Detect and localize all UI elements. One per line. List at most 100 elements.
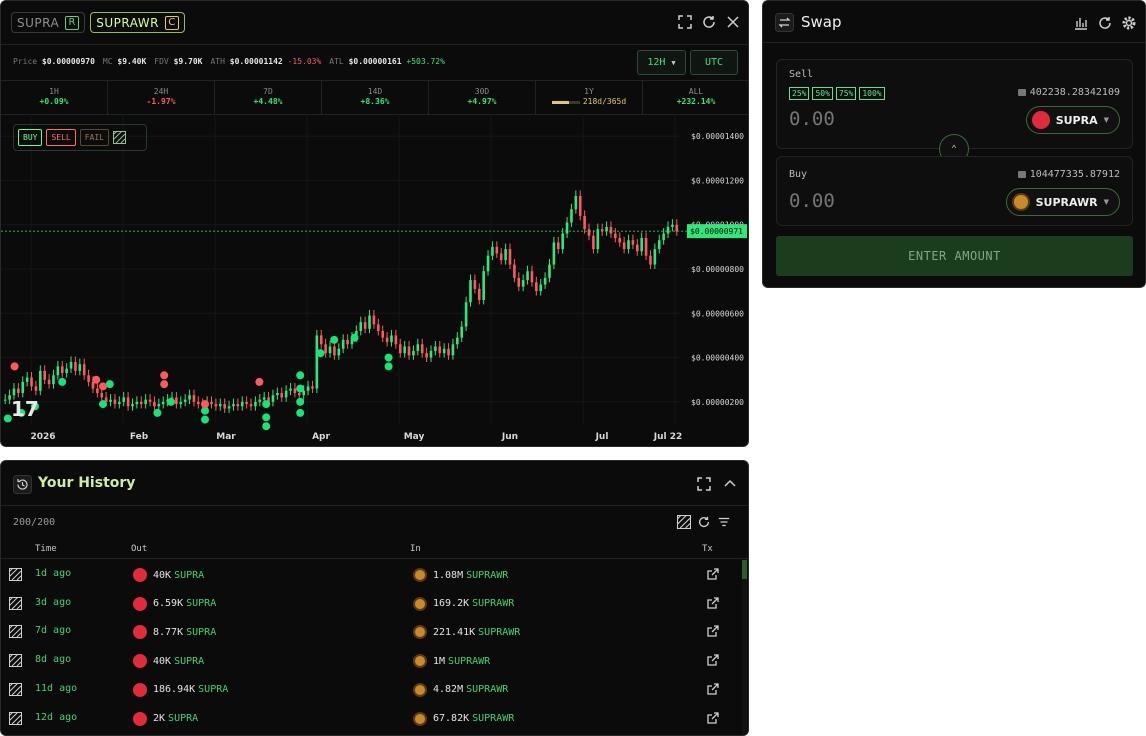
filter-buy-button[interactable]: BUY <box>18 129 43 146</box>
supra-token-icon <box>133 625 147 640</box>
close-icon[interactable] <box>725 14 741 30</box>
external-link-icon[interactable] <box>707 625 719 638</box>
buy-token-select[interactable]: SUPRAWR ▼ <box>1005 188 1120 216</box>
candle-body <box>25 377 29 382</box>
pct-75-button[interactable]: 75% <box>835 87 857 100</box>
candle-body <box>131 404 134 407</box>
supra-token-icon <box>133 596 147 611</box>
refresh-icon[interactable] <box>701 14 717 30</box>
buy-amount-input[interactable] <box>789 190 989 212</box>
candle-body <box>539 284 543 292</box>
candle-body <box>289 388 292 391</box>
table-row[interactable]: 12d ago 2K SUPRA 67.82K SUPRAWR <box>1 704 741 732</box>
candle-body <box>609 226 613 234</box>
scroll-thumb[interactable] <box>742 560 747 579</box>
candle-body <box>491 246 494 256</box>
candle-body <box>293 388 297 393</box>
filter-icon[interactable] <box>717 515 731 529</box>
table-row[interactable]: 8d ago 40K SUPRA 1M SUPRAWR <box>1 646 741 674</box>
external-link-icon[interactable] <box>707 711 719 724</box>
candle-body <box>333 346 336 356</box>
fullscreen-icon[interactable] <box>677 14 693 30</box>
external-link-icon[interactable] <box>707 597 719 609</box>
row-out: 40K SUPRA <box>133 568 204 582</box>
sell-token-select[interactable]: SUPRA ▼ <box>1025 106 1120 134</box>
enter-amount-button[interactable]: ENTER AMOUNT <box>776 236 1133 276</box>
buy-box: Buy 104477335.87912 SUPRAWR ▼ <box>776 156 1133 226</box>
row-out: 40K SUPRA <box>133 654 204 669</box>
x-tick-label: 2026 <box>30 432 55 442</box>
supra-token-icon <box>133 711 147 726</box>
period-7d[interactable]: 7D +4.48% <box>215 81 322 114</box>
period-all[interactable]: ALL +232.14% <box>643 81 748 114</box>
candle-body <box>477 288 481 300</box>
refresh-icon[interactable] <box>697 515 711 529</box>
table-row[interactable]: 7d ago 8.77K SUPRA 221.41K SUPRAWR <box>1 617 741 645</box>
fullscreen-icon[interactable] <box>696 476 712 492</box>
period-1y[interactable]: 1Y 218d/365d <box>536 81 643 114</box>
candle-body <box>87 375 90 382</box>
interval-select[interactable]: 12H ▼ <box>637 50 686 75</box>
sell-balance-value: 402238.28342109 <box>1029 87 1120 98</box>
chart-icon[interactable] <box>1073 15 1089 31</box>
x-tick-label: Jun <box>501 432 518 442</box>
trade-type-icon <box>9 682 22 696</box>
y-tick-label: $0.00000600 <box>691 309 744 318</box>
period-value: 218d/365d <box>582 97 627 106</box>
chevron-up-icon[interactable] <box>722 476 738 492</box>
out-amount: 40K <box>153 655 172 667</box>
buy-marker <box>58 377 67 386</box>
refresh-icon[interactable] <box>1097 15 1113 31</box>
sell-amount-input[interactable] <box>789 108 989 130</box>
row-in: 4.82M SUPRAWR <box>413 682 508 697</box>
timezone-button[interactable]: UTC <box>690 50 738 75</box>
pct-100-button[interactable]: 100% <box>859 87 885 100</box>
hatch-toggle-icon[interactable] <box>677 515 691 529</box>
filter-sell-button[interactable]: SELL <box>46 129 76 146</box>
row-time: 3d ago <box>35 596 72 608</box>
buy-marker <box>296 371 305 380</box>
candle-body <box>245 401 248 405</box>
candle-body <box>96 388 99 393</box>
sell-balance[interactable]: 402238.28342109 <box>1017 87 1120 98</box>
buy-marker <box>296 397 305 406</box>
sell-marker <box>99 382 107 391</box>
pair-tab-supra[interactable]: SUPRA R <box>11 12 86 33</box>
table-row[interactable]: 11d ago 186.94K SUPRA 4.82M SUPRAWR <box>1 675 741 703</box>
filter-fail-button[interactable]: FAIL <box>79 129 109 146</box>
period-value: +232.14% <box>676 97 716 106</box>
external-link-icon[interactable] <box>707 654 719 666</box>
external-link-icon[interactable] <box>707 568 719 580</box>
scrollbar[interactable] <box>742 559 747 735</box>
pair-tab-badge: R <box>65 15 80 30</box>
period-label: 7D <box>263 87 273 96</box>
period-24h[interactable]: 24H -1.97% <box>108 81 215 114</box>
candle-body <box>126 397 130 407</box>
candle-body <box>614 233 617 238</box>
candle-body <box>587 229 591 236</box>
period-1h[interactable]: 1H +0.09% <box>1 81 108 114</box>
pct-50-button[interactable]: 50% <box>812 87 833 100</box>
pct-25-button[interactable]: 25% <box>789 87 810 100</box>
table-row[interactable]: 1d ago 40K SUPRA 1.08M SUPRAWR <box>1 560 741 588</box>
candle-body <box>69 362 73 369</box>
period-14d[interactable]: 14D +8.36% <box>322 81 429 114</box>
candle-body <box>197 401 200 405</box>
price-chart[interactable]: $0.00001400$0.00001200$0.00001000$0.0000… <box>1 114 749 447</box>
period-30d[interactable]: 30D +4.97% <box>429 81 536 114</box>
gear-icon[interactable] <box>1121 15 1137 31</box>
out-amount: 8.77K <box>153 626 184 638</box>
sell-token-symbol: SUPRA <box>1055 113 1098 127</box>
buy-marker <box>384 362 393 371</box>
external-link-icon[interactable] <box>707 683 719 695</box>
row-out: 6.59K SUPRA <box>133 596 216 611</box>
table-row[interactable]: 3d ago 6.59K SUPRA 169.2K SUPRAWR <box>1 589 741 617</box>
stat-mc: MC $9.40K <box>102 57 147 66</box>
pair-tab-suprawr[interactable]: SUPRAWR C <box>90 12 185 33</box>
candle-body <box>232 404 235 407</box>
candle-body <box>139 401 143 405</box>
candle-body <box>157 404 161 407</box>
hatch-toggle-icon[interactable] <box>112 131 126 144</box>
trade-type-icon <box>9 568 22 581</box>
out-amount: 40K <box>153 569 172 581</box>
